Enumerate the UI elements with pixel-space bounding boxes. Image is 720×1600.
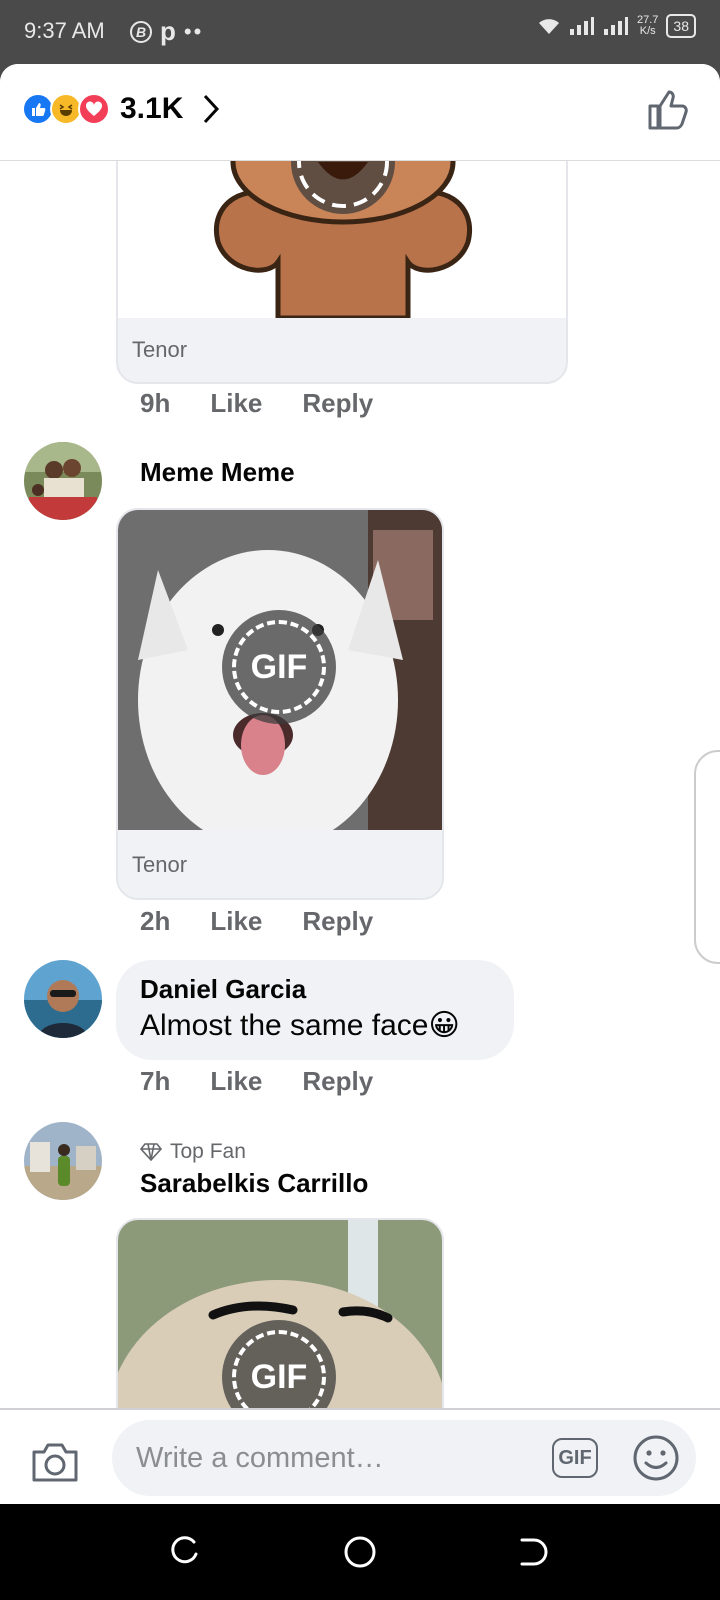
comment-text-body: Almost the same face [140,1009,429,1042]
like-comment-button[interactable]: Like [210,388,262,419]
status-right: 27.7 K/s 38 [537,14,696,38]
comment-time: 7h [140,1066,171,1096]
gif-play-icon[interactable]: GIF [222,610,336,724]
chevron-right-icon [204,94,220,124]
status-time: 9:37 AM [24,18,105,43]
diamond-icon [140,1143,162,1161]
reactions-summary[interactable]: 3.1K [22,92,221,126]
reply-comment-button[interactable]: Reply [302,1066,373,1097]
recent-apps-button[interactable] [168,1534,202,1568]
like-comment-button[interactable]: Like [210,1066,262,1097]
side-panel-handle[interactable] [694,750,720,964]
b-notification-icon: B [130,20,152,43]
avatar[interactable] [24,960,102,1038]
gif-button[interactable]: GIF [552,1438,598,1478]
wifi-icon [539,19,559,34]
reply-comment-button[interactable]: Reply [302,906,373,937]
love-icon [78,93,110,125]
comment-composer: GIF [0,1408,720,1504]
comment-author[interactable]: Daniel Garcia [140,974,306,1005]
like-comment-button[interactable]: Like [210,906,262,937]
gif-label: GIF [250,1357,308,1396]
home-button[interactable] [342,1534,378,1570]
comment-actions: 7h Like Reply [140,1066,373,1097]
signal-icon [570,17,594,35]
like-post-button[interactable] [646,88,690,132]
reply-comment-button[interactable]: Reply [302,388,373,419]
gif-source: Tenor [132,852,188,877]
sheet-header: 3.1K [0,64,720,161]
top-fan-label: Top Fan [170,1140,246,1163]
battery-indicator: 38 [666,14,696,38]
comment-author[interactable]: Sarabelkis Carrillo [140,1168,368,1199]
comment-input[interactable] [112,1420,696,1496]
gif-attachment[interactable]: GIF [116,1218,444,1408]
network-speed-unit: K/s [639,25,656,37]
gif-label: GIF [250,647,308,686]
back-button[interactable] [516,1534,550,1568]
emoji-button[interactable] [632,1434,680,1482]
top-fan-badge: Top Fan [140,1140,246,1164]
camera-button[interactable] [30,1440,80,1484]
comment-time: 2h [140,906,171,936]
comment-feed[interactable]: Tenor 9h Like Reply Meme Meme GIF Tenor … [0,160,720,1408]
gif-source: Tenor [132,337,188,362]
reaction-count: 3.1K [120,92,184,125]
comment-actions: 2h Like Reply [140,906,373,937]
comment-actions: 9h Like Reply [140,388,373,419]
grinning-face-emoji: 😀 [428,1009,460,1042]
notification-icons: B p •• [130,16,203,47]
system-navigation-bar [0,1504,720,1600]
avatar[interactable] [24,442,102,520]
p-notification-icon: p [160,16,176,46]
comment-author[interactable]: Meme Meme [140,457,295,488]
gif-attachment[interactable]: Tenor [116,160,568,384]
comment-text: Almost the same face😀 [140,1008,460,1043]
status-bar: 9:37 AM B p •• 27.7 K/s 38 [0,0,720,64]
comment-bubble[interactable]: Daniel Garcia Almost the same face😀 [116,960,514,1060]
signal-icon-2 [604,17,628,35]
gif-attachment[interactable]: GIF Tenor [116,508,444,900]
more-notifications-icon: •• [183,18,204,44]
cartoon-gif-image [118,160,566,318]
comments-sheet: 3.1K Tenor 9h Like Reply Meme Meme GIF T… [0,64,720,1504]
avatar[interactable] [24,1122,102,1200]
network-speed: 27.7 K/s [637,15,658,37]
comment-time: 9h [140,388,171,418]
